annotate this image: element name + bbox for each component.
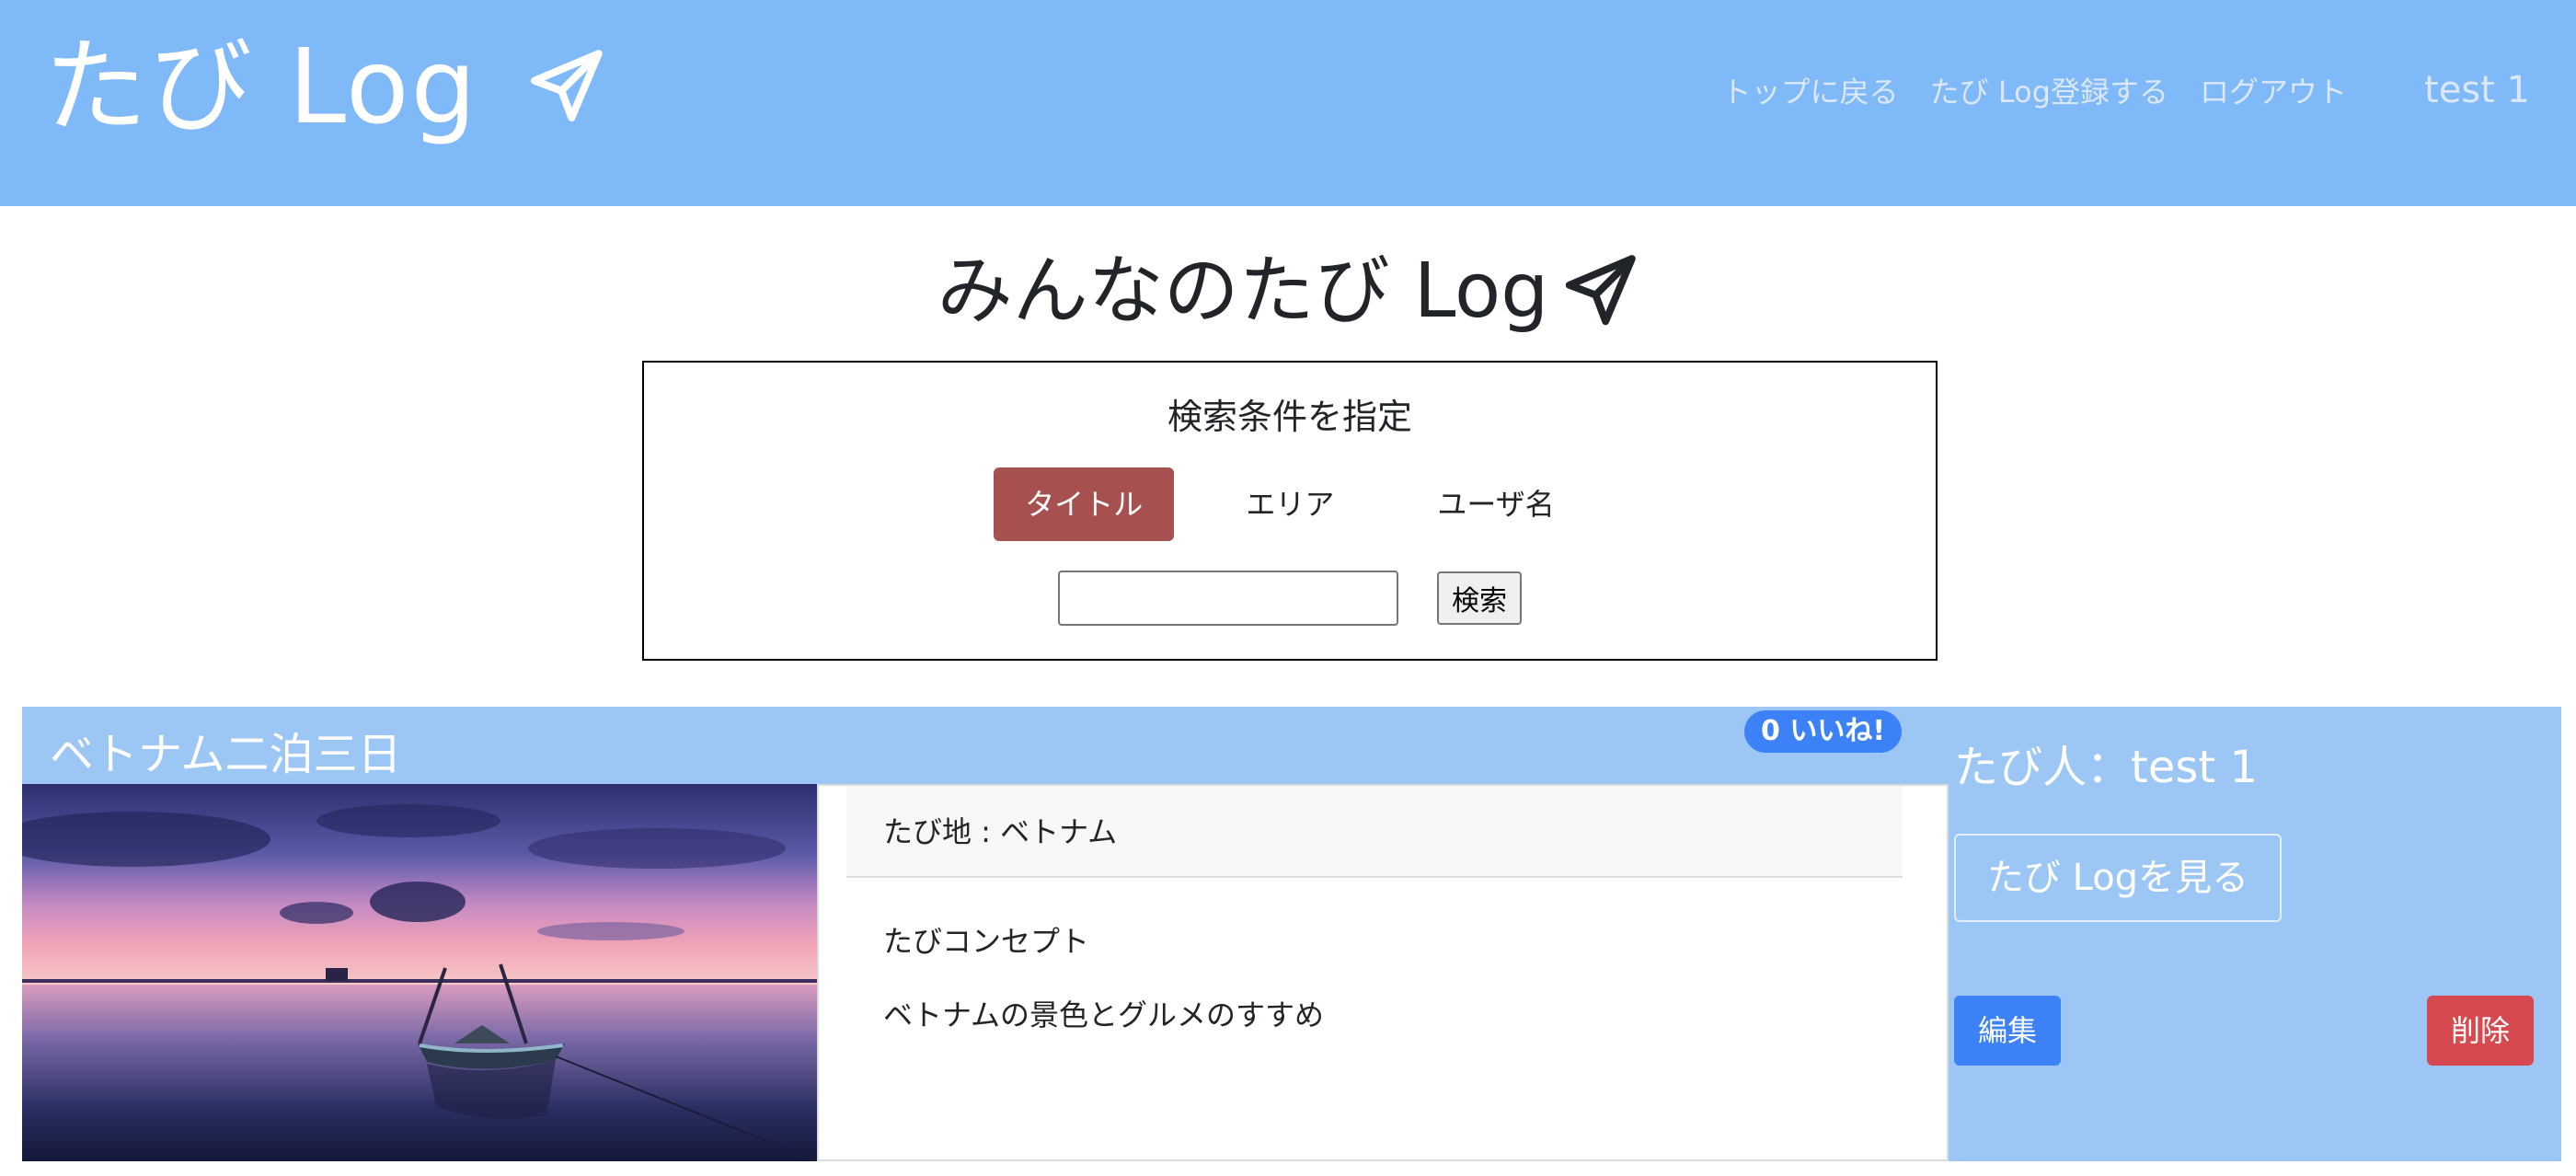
nav-link-logout[interactable]: ログアウト <box>2200 69 2347 111</box>
traveler-name: たび人：test 1 <box>1954 742 2258 793</box>
post-image <box>22 784 817 1161</box>
view-log-button[interactable]: たび Logを見る <box>1954 834 2282 922</box>
concept-label: たびコンセプト <box>883 924 1090 959</box>
main-nav: トップに戻る たび Log登録する ログアウト test 1 <box>1722 69 2576 111</box>
like-badge[interactable]: 0 いいね! <box>1744 710 1902 753</box>
post-title: ベトナム二泊三日 <box>50 729 402 780</box>
current-user: test 1 <box>2424 69 2530 111</box>
sunset-boat-image <box>22 784 817 1161</box>
page-title: みんなのたび Log <box>0 241 2576 342</box>
post-card: ベトナム二泊三日 0 いいね! たび地: ベトナム たびコンセプト ベトナムの… <box>22 707 2561 1161</box>
destination: たび地 : ベトナム <box>846 786 1903 878</box>
page-title-text: みんなのたび Log <box>937 248 1549 335</box>
post-detail: たび地 : ベトナム たびコンセプト ベトナムの景色とグルメのすすめ <box>817 784 1949 1161</box>
delete-button[interactable]: 削除 <box>2427 996 2534 1066</box>
concept-text: ベトナムの景色とグルメのすすめ <box>883 997 1325 1032</box>
search-input[interactable] <box>1058 571 1398 626</box>
tab-title[interactable]: タイトル <box>994 467 1175 541</box>
search-tabs: タイトル エリア ユーザ名 <box>644 467 1936 541</box>
search-heading: 検索条件を指定 <box>1167 397 1412 437</box>
paper-plane-icon <box>1566 255 1637 326</box>
nav-link-top[interactable]: トップに戻る <box>1722 69 1899 111</box>
brand-logo[interactable]: たび Log <box>44 28 605 147</box>
tab-area[interactable]: エリア <box>1214 467 1365 541</box>
nav-link-register-log[interactable]: たび Log登録する <box>1930 69 2168 111</box>
paper-plane-icon <box>530 50 603 122</box>
edit-button[interactable]: 編集 <box>1954 996 2061 1066</box>
search-row: 検索 <box>644 571 1936 626</box>
brand-title: たび Log <box>44 28 478 147</box>
site-header: たび Log トップに戻る たび Log登録する ログアウト test 1 <box>0 0 2576 206</box>
search-panel: 検索条件を指定 タイトル エリア ユーザ名 検索 <box>642 361 1938 661</box>
search-button[interactable]: 検索 <box>1437 571 1522 625</box>
tab-username[interactable]: ユーザ名 <box>1406 467 1585 541</box>
